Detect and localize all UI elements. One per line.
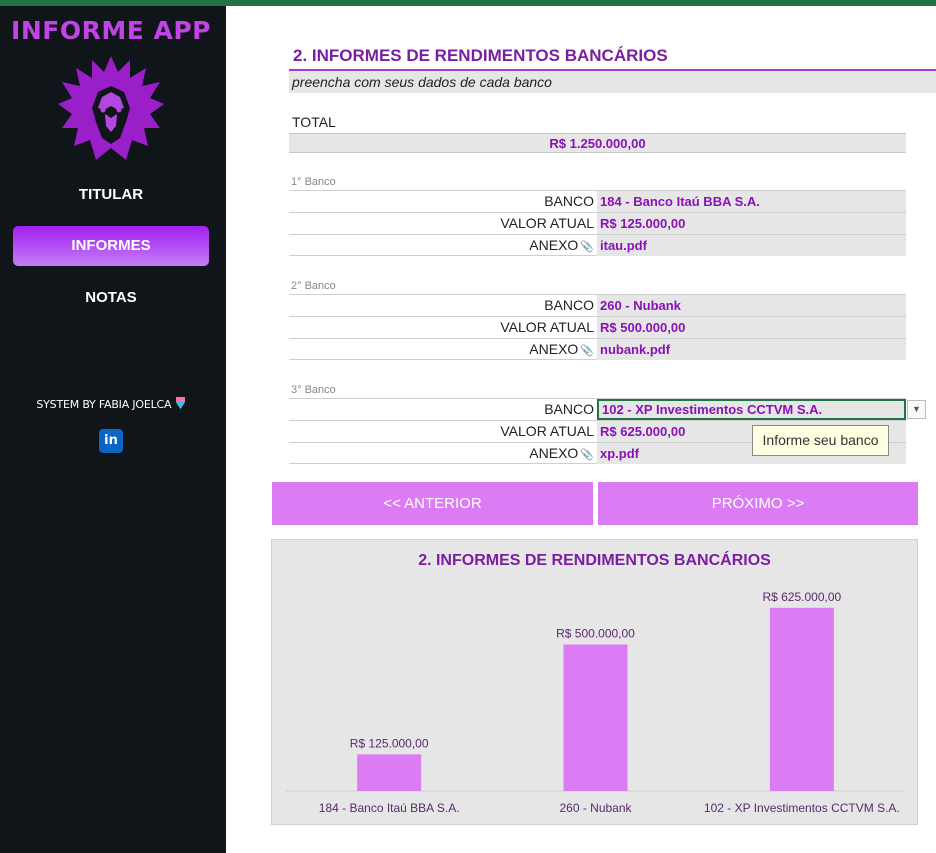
anexo-label: ANEXO 📎 <box>289 235 594 256</box>
next-button[interactable]: PRÓXIMO >> <box>598 482 918 525</box>
bank-1-valor-cell[interactable]: R$ 125.000,00 <box>597 213 906 234</box>
anexo-label-text: ANEXO <box>529 445 579 461</box>
nav-notas[interactable]: NOTAS <box>0 289 222 306</box>
bank-2-banco-row: BANCO 260 - Nubank <box>289 294 906 316</box>
anexo-label: ANEXO 📎 <box>289 339 594 360</box>
chart-category-label: 184 - Banco Itaú BBA S.A. <box>319 801 460 815</box>
total-label: TOTAL <box>292 114 336 130</box>
chart-bar[interactable] <box>357 754 422 791</box>
chart-data-label: R$ 125.000,00 <box>350 736 429 750</box>
bank-1-banco-row: BANCO 184 - Banco Itaú BBA S.A. <box>289 190 906 212</box>
bank-2-anexo-row: ANEXO 📎 nubank.pdf <box>289 338 906 360</box>
gem-icon <box>175 397 185 409</box>
chart-data-label: R$ 500.000,00 <box>556 626 635 640</box>
linkedin-icon[interactable]: in <box>99 429 123 453</box>
bank-2-anexo-cell[interactable]: nubank.pdf <box>597 339 906 360</box>
anexo-label-text: ANEXO <box>529 341 579 357</box>
bar-chart-plot: R$ 125.000,00 184 - Banco Itaú BBA S.A. R$… <box>286 590 905 815</box>
bank-3-banco-row: BANCO 102 - XP Investimentos CCTVM S.A. <box>289 398 906 420</box>
bank-chart: 2. INFORMES DE RENDIMENTOS BANCÁRIOS R$ … <box>271 539 918 825</box>
bank-3-header: 3° Banco <box>291 384 336 396</box>
credit-text: SYSTEM BY FABIA JOELCA <box>36 398 172 411</box>
bank-3-banco-cell[interactable]: 102 - XP Investimentos CCTVM S.A. <box>597 399 906 420</box>
nav-informes[interactable]: INFORMES <box>13 226 209 266</box>
app-title: INFORME APP <box>11 16 211 45</box>
anexo-label-text: ANEXO <box>529 237 579 253</box>
bank-1-banco-cell[interactable]: 184 - Banco Itaú BBA S.A. <box>597 191 906 212</box>
bank-1-anexo-row: ANEXO 📎 itau.pdf <box>289 234 906 256</box>
banco-label: BANCO <box>544 401 594 417</box>
chart-category-label: 102 - XP Investimentos CCTVM S.A. <box>704 801 900 815</box>
bank-1-header: 1° Banco <box>291 176 336 188</box>
paperclip-icon: 📎 <box>580 449 594 461</box>
valor-label: VALOR ATUAL <box>500 423 594 439</box>
previous-button[interactable]: << ANTERIOR <box>272 482 593 525</box>
valor-label: VALOR ATUAL <box>500 215 594 231</box>
total-value: R$ 1.250.000,00 <box>289 133 906 153</box>
bank-1-anexo-cell[interactable]: itau.pdf <box>597 235 906 256</box>
bank-2-valor-row: VALOR ATUAL R$ 500.000,00 <box>289 316 906 338</box>
bank-1-valor-row: VALOR ATUAL R$ 125.000,00 <box>289 212 906 234</box>
nav-titular[interactable]: TITULAR <box>0 186 222 203</box>
page-title: 2. INFORMES DE RENDIMENTOS BANCÁRIOS <box>293 46 668 65</box>
banco-label: BANCO <box>544 193 594 209</box>
chart-category-label: 260 - Nubank <box>559 801 632 815</box>
banco-label: BANCO <box>544 297 594 313</box>
anexo-label: ANEXO 📎 <box>289 443 594 464</box>
chart-bar[interactable] <box>769 607 834 791</box>
bank-2-header: 2° Banco <box>291 280 336 292</box>
paperclip-icon: 📎 <box>580 241 594 253</box>
credit-line: SYSTEM BY FABIA JOELCA <box>0 396 222 411</box>
chart-bar[interactable] <box>563 644 628 791</box>
chart-data-label: R$ 625.000,00 <box>762 590 841 604</box>
bank-2-banco-cell[interactable]: 260 - Nubank <box>597 295 906 316</box>
page-subtitle: preencha com seus dados de cada banco <box>289 71 936 93</box>
valor-label: VALOR ATUAL <box>500 319 594 335</box>
validation-tooltip: Informe seu banco <box>752 425 889 456</box>
lion-logo-icon <box>58 56 164 160</box>
bank-2-valor-cell[interactable]: R$ 500.000,00 <box>597 317 906 338</box>
paperclip-icon: 📎 <box>580 345 594 357</box>
chevron-down-icon[interactable]: ▼ <box>907 400 926 419</box>
